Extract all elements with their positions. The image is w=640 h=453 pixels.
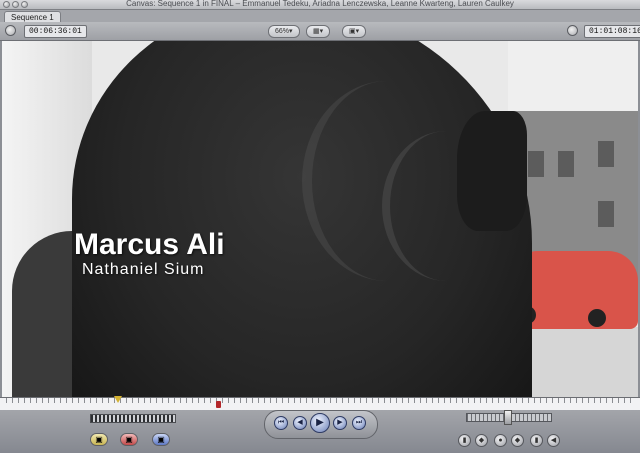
marker-icon[interactable] <box>216 401 221 408</box>
view-popup[interactable]: ▦▾ <box>306 25 331 38</box>
scrubber-bar[interactable] <box>0 396 640 411</box>
overlay-icon: ▣ <box>349 28 356 35</box>
insert-edit-icon[interactable]: ▣ <box>90 433 108 446</box>
canvas-control-bar: 00:06:36:01 66%▾ ▦▾ ▣▾ 01:01:08:16 <box>0 22 640 41</box>
match-frame-icon[interactable]: ▮ <box>458 434 471 447</box>
add-marker-icon[interactable]: ● <box>494 434 507 447</box>
mark-clip-icon[interactable]: ◆ <box>511 434 524 447</box>
transport-well: ⏮ ◀ ▶ ▶ ⏭ <box>264 410 378 439</box>
title-bar[interactable]: Canvas: Sequence 1 in FINAL – Emmanuel T… <box>0 0 640 10</box>
lower-third-title: Marcus Ali Nathaniel Sium <box>74 229 225 279</box>
view-mode-icon: ▦ <box>313 28 320 35</box>
canvas-window: Canvas: Sequence 1 in FINAL – Emmanuel T… <box>0 0 640 453</box>
play-icon[interactable]: ▶ <box>310 413 330 433</box>
sync-icon[interactable] <box>567 25 578 36</box>
video-viewer[interactable]: Marcus Ali Nathaniel Sium <box>2 41 638 397</box>
zoom-label: 66% <box>275 28 290 35</box>
jog-control[interactable] <box>90 414 176 423</box>
replace-edit-icon[interactable]: ▣ <box>152 433 170 446</box>
mark-in-out-icon[interactable]: ▮ <box>530 434 543 447</box>
background-sky <box>508 41 638 121</box>
duration-timecode-field[interactable]: 01:01:08:16 <box>584 25 640 38</box>
mark-out-icon[interactable]: ⏭ <box>352 416 366 430</box>
add-keyframe-icon[interactable]: ◆ <box>475 434 488 447</box>
shuttle-knob[interactable] <box>504 410 512 425</box>
overlay-popup[interactable]: ▣▾ <box>342 25 367 38</box>
subject-face <box>457 111 527 231</box>
mark-out-point-icon[interactable]: ◀ <box>547 434 560 447</box>
step-back-icon[interactable]: ◀ <box>293 416 307 430</box>
lower-third-name: Marcus Ali <box>74 228 225 261</box>
window-title: Canvas: Sequence 1 in FINAL – Emmanuel T… <box>126 0 514 8</box>
step-forward-icon[interactable]: ▶ <box>333 416 347 430</box>
timecode-duration-icon[interactable] <box>5 25 16 36</box>
playhead-icon[interactable] <box>114 396 122 403</box>
transport-controls: ⏮ ◀ ▶ ▶ ⏭ ▣ ▣ ▣ ▮ ◆ ● ◆ ▮ ◀ <box>0 410 640 453</box>
lower-third-subtitle: Nathaniel Sium <box>82 261 205 278</box>
zoom-popup[interactable]: 66%▾ <box>268 25 300 38</box>
tab-row: Sequence 1 <box>0 10 640 23</box>
overwrite-edit-icon[interactable]: ▣ <box>120 433 138 446</box>
mark-in-icon[interactable]: ⏮ <box>274 416 288 430</box>
current-timecode-field[interactable]: 00:06:36:01 <box>24 25 87 38</box>
scrubber-ticks <box>6 398 634 403</box>
